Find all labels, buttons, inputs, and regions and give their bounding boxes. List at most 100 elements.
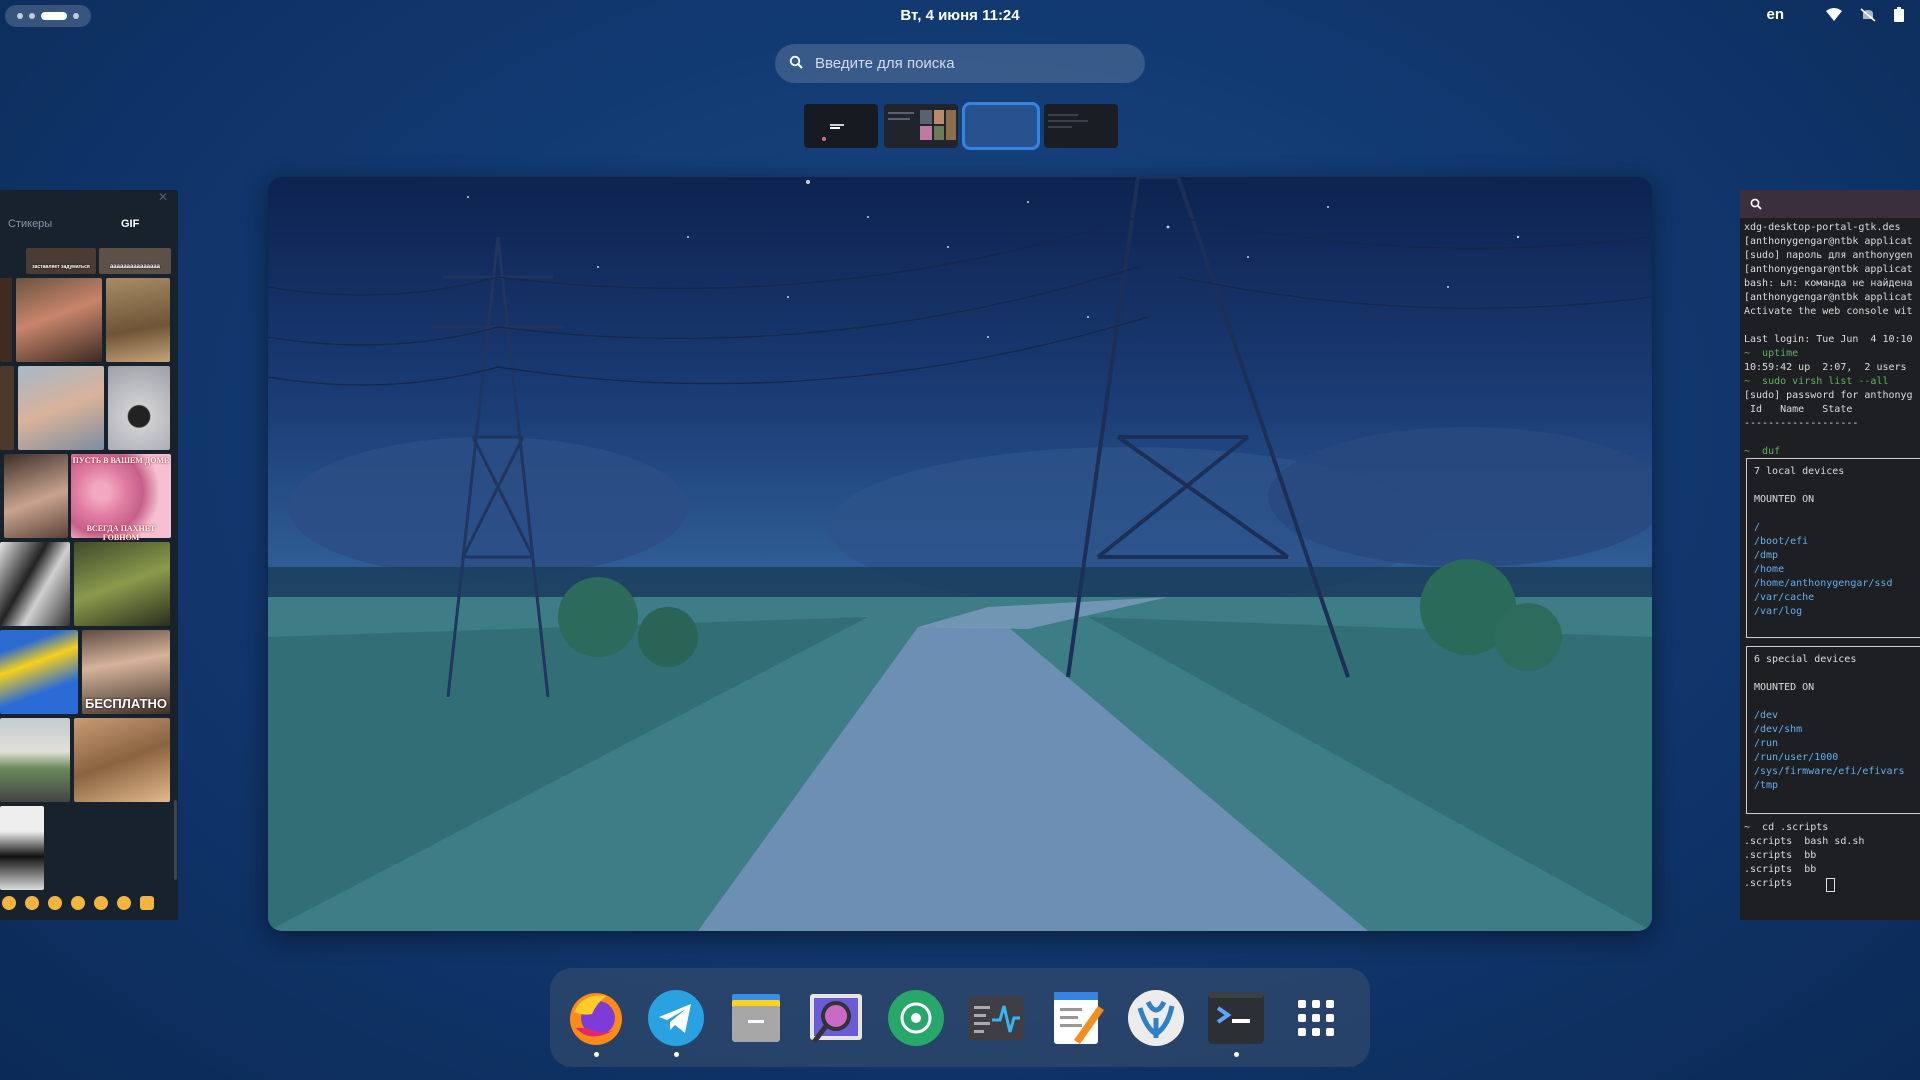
search-icon[interactable] xyxy=(1750,198,1762,213)
terminal-cursor xyxy=(1826,878,1835,892)
emoji-icon[interactable] xyxy=(117,896,131,910)
duf-column-header: MOUNTED ON xyxy=(1754,494,1815,505)
gif-item[interactable] xyxy=(0,718,70,802)
tab-gif[interactable]: GIF xyxy=(121,218,139,230)
mount-path: /var/log xyxy=(1754,606,1803,617)
dock-app-files[interactable] xyxy=(726,988,786,1048)
terminal-icon xyxy=(1208,992,1264,1044)
mount-path: /home xyxy=(1754,564,1785,575)
emoji-icon[interactable] xyxy=(2,896,16,910)
dock xyxy=(550,968,1370,1067)
gif-caption: БЕСПЛАТНО xyxy=(84,696,168,711)
terminal-header xyxy=(1740,190,1920,218)
dock-app-text-editor[interactable] xyxy=(1046,988,1106,1048)
firefox-icon xyxy=(570,993,622,1045)
terminal-window-preview[interactable]: xdg-desktop-portal-gtk.des [anthonygenga… xyxy=(1740,190,1920,920)
gif-item[interactable] xyxy=(74,718,170,802)
gif-caption: ааааааааааааааа xyxy=(109,264,161,270)
terminal-line: 10:59:42 up 2:07, 2 users xyxy=(1744,362,1907,373)
terminal-line: [sudo] password for anthonyg xyxy=(1744,390,1913,401)
mount-path: /run xyxy=(1754,738,1779,749)
music-icon xyxy=(888,990,944,1046)
search-icon xyxy=(789,54,803,73)
gif-item[interactable] xyxy=(4,454,68,538)
workspace-thumbnails xyxy=(804,102,1118,150)
gif-item[interactable] xyxy=(0,806,44,890)
workspace-desktop-preview[interactable] xyxy=(268,177,1652,931)
gif-item[interactable] xyxy=(0,630,78,714)
dock-app-terminal[interactable] xyxy=(1206,988,1266,1048)
battery-icon xyxy=(1894,7,1904,22)
system-monitor-icon xyxy=(968,996,1024,1040)
telegram-icon xyxy=(648,990,704,1046)
wallpaper-illustration xyxy=(268,177,1652,931)
workspace-thumbnail-1[interactable] xyxy=(804,104,878,148)
dock-app-telegram[interactable] xyxy=(646,988,706,1048)
wifi-icon xyxy=(1826,7,1842,22)
gif-caption: ПУСТЬ В ВАШЕМ ДОМЕ xyxy=(72,456,170,465)
gif-item[interactable] xyxy=(16,278,102,362)
gif-item[interactable] xyxy=(0,542,70,626)
telegram-gif-panel: Стикеры GIF ✕ заставляет задуматься аааа… xyxy=(0,190,178,920)
text-editor-icon xyxy=(1054,992,1104,1044)
running-indicator xyxy=(674,1052,679,1057)
keyboard-layout-indicator[interactable]: en xyxy=(1766,6,1784,23)
dock-app-image-viewer[interactable] xyxy=(806,988,866,1048)
gif-item[interactable] xyxy=(26,248,96,274)
dock-app-firefox[interactable] xyxy=(566,988,626,1048)
mount-path: /dev/shm xyxy=(1754,724,1803,735)
mount-path: /dmp xyxy=(1754,550,1779,561)
top-bar: Вт, 4 июня 11:24 en xyxy=(0,0,1920,32)
terminal-line: ------------------- xyxy=(1744,418,1859,429)
terminal-line: [anthonygengar@ntbk applicat xyxy=(1744,292,1913,303)
mount-path: / xyxy=(1754,522,1761,533)
running-indicator xyxy=(1234,1052,1239,1057)
notifications-off-icon xyxy=(1860,7,1876,22)
terminal-line: ~ uptime xyxy=(1744,348,1799,359)
dock-app-vscodium[interactable] xyxy=(1126,988,1186,1048)
duf-table-header: 7 local devices xyxy=(1754,466,1845,477)
image-viewer-icon xyxy=(810,994,862,1044)
scrollbar[interactable] xyxy=(174,800,177,880)
gif-item[interactable] xyxy=(106,278,170,362)
gif-item[interactable] xyxy=(108,366,170,450)
close-icon[interactable]: ✕ xyxy=(158,190,168,204)
mount-path: /boot/efi xyxy=(1754,536,1809,547)
gif-caption: заставляет задуматься xyxy=(32,264,90,270)
terminal-line: xdg-desktop-portal-gtk.des xyxy=(1744,222,1901,233)
terminal-line: Id Name State xyxy=(1744,404,1853,415)
show-applications-button[interactable] xyxy=(1286,988,1346,1048)
terminal-line: .scripts xyxy=(1744,878,1805,889)
terminal-line: Last login: Tue Jun 4 10:10 xyxy=(1744,334,1913,345)
terminal-line: ~ cd .scripts xyxy=(1744,822,1829,833)
emoji-icon[interactable] xyxy=(94,896,108,910)
gif-item[interactable] xyxy=(18,366,104,450)
dock-app-music[interactable] xyxy=(886,988,946,1048)
gif-item[interactable] xyxy=(99,248,171,274)
workspace-thumbnail-2[interactable] xyxy=(884,104,958,148)
terminal-line: .scripts bb xyxy=(1744,864,1817,875)
dock-app-system-monitor[interactable] xyxy=(966,988,1026,1048)
workspace-thumbnail-4[interactable] xyxy=(1044,104,1118,148)
mount-path: /dev xyxy=(1754,710,1779,721)
emoji-icon[interactable] xyxy=(25,896,39,910)
mount-path: /home/anthonygengar/ssd xyxy=(1754,578,1893,589)
emoji-icon[interactable] xyxy=(71,896,85,910)
app-grid-icon xyxy=(1298,1000,1334,1036)
gif-item[interactable] xyxy=(0,366,14,450)
system-tray[interactable]: en xyxy=(1766,6,1904,23)
workspace-thumbnail-3[interactable] xyxy=(962,102,1040,150)
clock[interactable]: Вт, 4 июня 11:24 xyxy=(0,7,1920,24)
terminal-line: [anthonygengar@ntbk applicat xyxy=(1744,264,1913,275)
emoji-icon[interactable] xyxy=(48,896,62,910)
search-input[interactable] xyxy=(813,54,1117,73)
gif-item[interactable] xyxy=(74,542,170,626)
search-bar[interactable] xyxy=(775,44,1145,83)
terminal-line: [anthonygengar@ntbk applicat xyxy=(1744,236,1913,247)
tab-stickers[interactable]: Стикеры xyxy=(8,218,52,230)
gif-item[interactable] xyxy=(0,278,12,362)
thumbs-down-icon[interactable] xyxy=(140,896,154,910)
terminal-line: [sudo] пароль для anthonygen xyxy=(1744,250,1913,261)
mount-path: /run/user/1000 xyxy=(1754,752,1839,763)
files-icon xyxy=(732,994,780,1042)
